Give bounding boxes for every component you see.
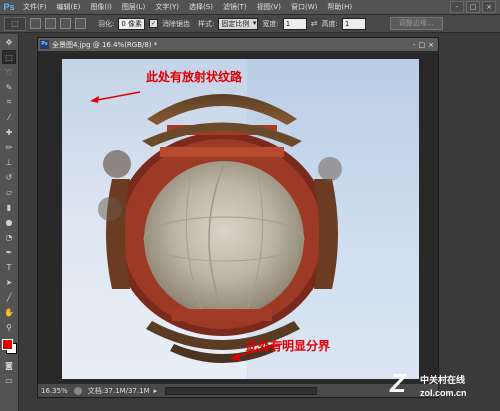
height-label: 高度:: [321, 19, 338, 28]
menu-type[interactable]: 文字(Y): [150, 2, 184, 12]
menu-image[interactable]: 图像(I): [85, 2, 117, 12]
annotation-bottom: 此处有明显分界: [246, 339, 331, 353]
little-planet-image: [90, 91, 342, 363]
path-select-tool-icon[interactable]: ➤: [2, 275, 16, 289]
photoshop-logo[interactable]: Ps: [0, 0, 18, 14]
marquee-tool-icon[interactable]: ⬚: [2, 50, 16, 64]
ps-document-icon: Ps: [40, 40, 49, 49]
zoom-tool-icon[interactable]: ⚲: [2, 320, 16, 334]
move-tool-icon[interactable]: ✥: [2, 35, 16, 49]
refine-edge-button[interactable]: 调整边缘...: [389, 17, 443, 30]
line-tool-icon[interactable]: ╱: [2, 290, 16, 304]
zol-logo: Z: [390, 368, 406, 398]
crop-tool-icon[interactable]: ⌗: [2, 95, 16, 109]
minimize-button[interactable]: -: [450, 1, 464, 13]
options-bar: ⬚ 羽化: 0 像素 ✓ 消除锯齿 样式: 固定比例 宽度: 1 ⇄ 高度: 1…: [0, 15, 500, 33]
quick-mask-icon[interactable]: ◙: [2, 358, 16, 372]
zoom-level[interactable]: 16.35%: [41, 387, 68, 395]
status-menu-arrow-icon[interactable]: ▸: [154, 387, 158, 395]
lasso-tool-icon[interactable]: ➰: [2, 65, 16, 79]
document-tab[interactable]: Ps 全景图4.jpg @ 16.4%(RGB/8) * - □ ×: [38, 38, 438, 52]
feather-input[interactable]: 0 像素: [118, 17, 146, 30]
eyedropper-tool-icon[interactable]: ⁄: [2, 110, 16, 124]
width-input[interactable]: 1: [282, 17, 307, 30]
antialias-label: 消除锯齿: [162, 19, 191, 28]
close-button[interactable]: ×: [482, 1, 496, 13]
color-swatches[interactable]: [1, 338, 17, 354]
width-label: 宽度:: [262, 19, 279, 28]
tool-preset-picker[interactable]: ⬚: [4, 16, 26, 31]
menu-view[interactable]: 视图(V): [252, 2, 286, 12]
doc-minimize-button[interactable]: -: [413, 41, 416, 49]
type-tool-icon[interactable]: T: [2, 260, 16, 274]
dodge-tool-icon[interactable]: ◔: [2, 230, 16, 244]
menu-help[interactable]: 帮助(H): [322, 2, 357, 12]
blur-tool-icon[interactable]: ●: [2, 215, 16, 229]
brush-tool-icon[interactable]: ✏: [2, 140, 16, 154]
document-controls: - □ ×: [413, 41, 438, 49]
foreground-color-swatch[interactable]: [2, 339, 13, 350]
menu-file[interactable]: 文件(F): [18, 2, 52, 12]
clone-stamp-tool-icon[interactable]: ⊥: [2, 155, 16, 169]
watermark-name: 中关村在线: [420, 376, 466, 386]
history-brush-tool-icon[interactable]: ↺: [2, 170, 16, 184]
menu-filter[interactable]: 滤镜(T): [218, 2, 252, 12]
menu-bar: Ps 文件(F) 编辑(E) 图像(I) 图层(L) 文字(Y) 选择(S) 滤…: [0, 0, 500, 15]
menu-select[interactable]: 选择(S): [184, 2, 218, 12]
height-input[interactable]: 1: [341, 17, 366, 30]
status-info-icon[interactable]: [73, 386, 82, 395]
maximize-button[interactable]: □: [466, 1, 480, 13]
quick-select-tool-icon[interactable]: ✎: [2, 80, 16, 94]
document-window: Ps 全景图4.jpg @ 16.4%(RGB/8) * - □ × 此处有放射…: [37, 37, 439, 398]
marquee-icon: ⬚: [11, 19, 19, 28]
screen-mode-icon[interactable]: ▭: [2, 373, 16, 387]
watermark-url: zol.com.cn: [420, 388, 467, 398]
hand-tool-icon[interactable]: ✋: [2, 305, 16, 319]
feather-label: 羽化:: [98, 19, 115, 28]
intersect-selection-icon[interactable]: [75, 18, 86, 29]
menu-edit[interactable]: 编辑(E): [52, 2, 86, 12]
image-canvas[interactable]: 此处有放射状纹路 此处有明显分界: [62, 59, 419, 379]
document-title: 全景图4.jpg @ 16.4%(RGB/8) *: [52, 40, 158, 49]
healing-brush-tool-icon[interactable]: ✚: [2, 125, 16, 139]
tools-panel: ✥ ⬚ ➰ ✎ ⌗ ⁄ ✚ ✏ ⊥ ↺ ▱ ▮ ● ◔ ✒ T ➤ ╱ ✋ ⚲ …: [0, 34, 19, 411]
add-selection-icon[interactable]: [45, 18, 56, 29]
new-selection-icon[interactable]: [30, 18, 41, 29]
zol-watermark: Z 中关村在线 zol.com.cn: [390, 368, 498, 408]
eraser-tool-icon[interactable]: ▱: [2, 185, 16, 199]
horizontal-scrollbar[interactable]: [165, 386, 318, 395]
doc-maximize-button[interactable]: □: [419, 41, 426, 49]
menu-layer[interactable]: 图层(L): [117, 2, 150, 12]
annotation-top: 此处有放射状纹路: [146, 70, 243, 84]
style-label: 样式:: [198, 19, 215, 28]
pen-tool-icon[interactable]: ✒: [2, 245, 16, 259]
menu-window[interactable]: 窗口(W): [286, 2, 322, 12]
status-bar: 16.35% 文档:37.1M/37.1M ▸: [38, 383, 438, 397]
doc-close-button[interactable]: ×: [428, 41, 434, 49]
subtract-selection-icon[interactable]: [60, 18, 71, 29]
style-select[interactable]: 固定比例: [218, 17, 259, 30]
antialias-checkbox[interactable]: ✓: [149, 19, 159, 28]
right-panel-area: [440, 34, 500, 411]
gradient-tool-icon[interactable]: ▮: [2, 200, 16, 214]
window-controls: - □ ×: [450, 1, 500, 13]
document-size: 文档:37.1M/37.1M: [87, 386, 150, 395]
swap-dimensions-icon[interactable]: ⇄: [311, 19, 318, 28]
